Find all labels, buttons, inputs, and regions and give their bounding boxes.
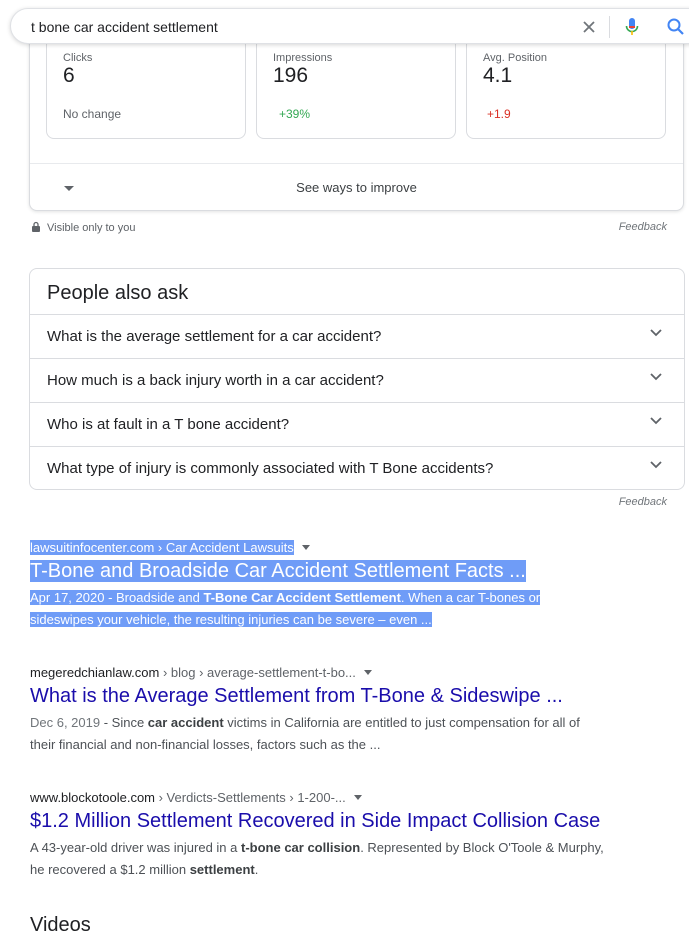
result-path: › blog › average-settlement-t-bo... bbox=[159, 665, 356, 680]
chevron-down-icon bbox=[650, 461, 662, 469]
result-title-link[interactable]: T-Bone and Broadside Car Accident Settle… bbox=[30, 560, 650, 583]
result-snippet: A 43-year-old driver was injured in a t-… bbox=[30, 837, 650, 881]
lock-icon bbox=[32, 221, 40, 232]
result-url[interactable]: www.blockotoole.com › Verdicts-Settlemen… bbox=[30, 790, 650, 805]
impressions-change: +39% bbox=[279, 107, 311, 121]
search-result: lawsuitinfocenter.com › Car Accident Law… bbox=[30, 540, 650, 631]
paa-question-text: Who is at fault in a T bone accident? bbox=[47, 416, 290, 433]
snippet-text: - Broadside and bbox=[104, 590, 204, 605]
paa-question[interactable]: What is the average settlement for a car… bbox=[30, 314, 684, 358]
result-snippet: Dec 6, 2019 - Since car accident victims… bbox=[30, 712, 650, 756]
search-divider bbox=[609, 16, 610, 38]
snippet-text: he recovered a $1.2 million bbox=[30, 862, 190, 877]
result-path: › Verdicts-Settlements › 1-200-... bbox=[155, 790, 346, 805]
position-value: 4.1 bbox=[483, 64, 513, 87]
clear-icon[interactable] bbox=[580, 18, 598, 36]
paa-question[interactable]: Who is at fault in a T bone accident? bbox=[30, 402, 684, 446]
snippet-text: their financial and non-financial losses… bbox=[30, 737, 381, 752]
see-ways-to-improve-button[interactable]: See ways to improve bbox=[30, 180, 683, 195]
chevron-down-icon bbox=[650, 417, 662, 425]
position-stat: Avg. Position 4.1 +1.9 bbox=[466, 37, 666, 139]
snippet-bold: car accident bbox=[147, 715, 224, 730]
snippet-bold: t-bone car collision bbox=[241, 840, 361, 855]
snippet-text: . Represented by Block O'Toole & Murphy, bbox=[360, 840, 604, 855]
snippet-text: - Since bbox=[100, 715, 148, 730]
visibility-note: Visible only to you bbox=[31, 221, 135, 234]
snippet-text: victims in California are entitled to ju… bbox=[223, 715, 580, 730]
feedback-link[interactable]: Feedback bbox=[619, 496, 667, 508]
position-change: +1.9 bbox=[487, 107, 511, 121]
search-bar: t bone car accident settlement bbox=[10, 8, 689, 44]
result-domain: lawsuitinfocenter.com bbox=[30, 540, 155, 555]
clicks-value: 6 bbox=[63, 64, 75, 87]
result-snippet: Apr 17, 2020 - Broadside and T-Bone Car … bbox=[30, 587, 650, 631]
result-title: T-Bone and Broadside Car Accident Settle… bbox=[30, 560, 526, 582]
paa-title: People also ask bbox=[47, 282, 189, 304]
search-result: megeredchianlaw.com › blog › average-set… bbox=[30, 665, 650, 756]
result-date: Dec 6, 2019 bbox=[30, 715, 101, 730]
result-url[interactable]: megeredchianlaw.com › blog › average-set… bbox=[30, 665, 650, 680]
people-also-ask: People also ask What is the average sett… bbox=[29, 268, 685, 490]
result-url[interactable]: lawsuitinfocenter.com › Car Accident Law… bbox=[30, 540, 650, 555]
feedback-link[interactable]: Feedback bbox=[619, 221, 667, 233]
caret-down-icon[interactable] bbox=[363, 670, 372, 675]
paa-question[interactable]: How much is a back injury worth in a car… bbox=[30, 358, 684, 402]
position-label: Avg. Position bbox=[483, 52, 548, 64]
search-input[interactable]: t bone car accident settlement bbox=[31, 19, 218, 35]
snippet-text: . bbox=[254, 862, 259, 877]
snippet-text: sideswipes your vehicle, the resulting i… bbox=[30, 612, 432, 627]
clicks-change: No change bbox=[63, 107, 122, 121]
result-domain: www.blockotoole.com bbox=[30, 790, 155, 805]
impressions-stat: Impressions 196 +39% bbox=[256, 37, 456, 139]
result-date: Apr 17, 2020 bbox=[30, 590, 105, 605]
result-path: › Car Accident Lawsuits bbox=[154, 540, 294, 555]
impressions-value: 196 bbox=[273, 64, 309, 87]
expand-arrow-icon[interactable] bbox=[64, 186, 74, 191]
result-title-link[interactable]: $1.2 Million Settlement Recovered in Sid… bbox=[30, 810, 650, 833]
paa-question-text: How much is a back injury worth in a car… bbox=[47, 372, 384, 389]
paa-question-text: What type of injury is commonly associat… bbox=[47, 460, 494, 477]
microphone-icon[interactable] bbox=[624, 17, 640, 37]
impressions-label: Impressions bbox=[273, 52, 333, 64]
clicks-label: Clicks bbox=[63, 52, 93, 64]
result-title-link[interactable]: What is the Average Settlement from T-Bo… bbox=[30, 685, 650, 708]
caret-down-icon[interactable] bbox=[301, 545, 310, 550]
snippet-text: A 43-year-old driver was injured in a bbox=[30, 840, 241, 855]
snippet-text: . When a car T-bones or bbox=[400, 590, 541, 605]
chevron-down-icon bbox=[650, 329, 662, 337]
clicks-stat: Clicks 6 No change bbox=[46, 37, 246, 139]
caret-down-icon[interactable] bbox=[353, 795, 362, 800]
performance-card: Clicks 6 No change Impressions 196 +39% … bbox=[29, 20, 684, 211]
search-result: www.blockotoole.com › Verdicts-Settlemen… bbox=[30, 790, 650, 881]
paa-question[interactable]: What type of injury is commonly associat… bbox=[30, 446, 684, 490]
videos-heading: Videos bbox=[30, 914, 91, 936]
paa-question-text: What is the average settlement for a car… bbox=[47, 328, 382, 345]
search-icon[interactable] bbox=[666, 17, 686, 37]
card-divider bbox=[30, 163, 683, 164]
snippet-bold: T-Bone Car Accident Settlement bbox=[203, 590, 401, 605]
chevron-down-icon bbox=[650, 373, 662, 381]
result-domain: megeredchianlaw.com bbox=[30, 665, 160, 680]
snippet-bold: settlement bbox=[189, 862, 255, 877]
visible-only-label: Visible only to you bbox=[47, 222, 136, 234]
